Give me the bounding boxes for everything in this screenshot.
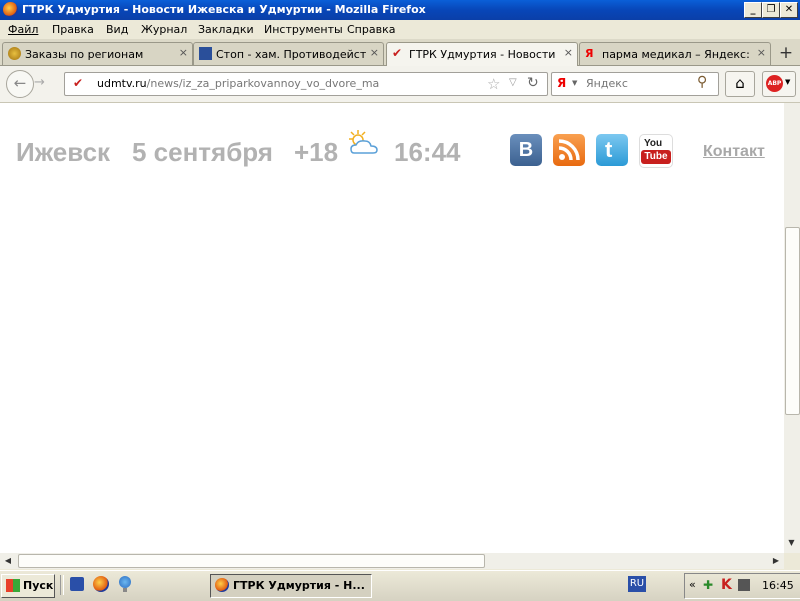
engine-dropdown-icon[interactable]: ▼ xyxy=(572,79,577,87)
start-label: Пуск xyxy=(23,579,54,592)
url-domain: udmtv.ru xyxy=(97,77,147,90)
twitter-icon[interactable]: t xyxy=(596,134,628,166)
yandex-icon: Я xyxy=(585,47,594,60)
contacts-link[interactable]: Контакт xyxy=(703,143,784,161)
current-time: 16:44 xyxy=(394,137,461,167)
new-tab-button[interactable]: + xyxy=(775,43,797,63)
tab-label: Заказы по регионам xyxy=(25,48,144,61)
adblock-dropdown-icon[interactable]: ▼ xyxy=(785,78,790,86)
windows-logo-icon xyxy=(6,579,20,592)
save-disk-icon[interactable] xyxy=(70,577,84,591)
scrollbar-corner xyxy=(784,553,800,569)
current-date: 5 сентября xyxy=(132,137,273,167)
yandex-engine-icon[interactable]: Я xyxy=(557,76,566,90)
navigation-bar: ← → ✔ udmtv.ru/news/iz_za_priparkovannoy… xyxy=(0,66,800,103)
window-titlebar[interactable]: ГТРК Удмуртия - Новости Ижевска и Удмурт… xyxy=(0,0,800,20)
temperature: +18 xyxy=(294,137,339,167)
close-button[interactable]: ✕ xyxy=(780,2,798,18)
taskbar: Пуск ГТРК Удмуртия - Н... RU « ✚ K 16:45 xyxy=(0,570,800,601)
search-input[interactable] xyxy=(586,76,690,90)
horizontal-scroll-thumb[interactable] xyxy=(18,554,485,568)
kaspersky-icon[interactable]: K xyxy=(721,577,732,593)
magnifier-icon[interactable]: ⚲ xyxy=(697,74,707,90)
home-button[interactable]: ⌂ xyxy=(725,71,755,97)
tray-expand-button[interactable]: « xyxy=(689,578,696,591)
scroll-down-arrow[interactable]: ▼ xyxy=(785,536,798,549)
url-path: /news/iz_za_priparkovannoy_vo_dvore_ma xyxy=(146,77,380,90)
emblem-icon xyxy=(8,47,21,60)
udmtv-icon: ✔ xyxy=(392,46,403,60)
tab-udmtv[interactable]: ✔ ГТРК Удмуртия - Новости И... × xyxy=(386,42,578,66)
menu-help[interactable]: Справка xyxy=(347,23,395,36)
weather-partly-cloudy-icon xyxy=(346,128,380,158)
adblock-icon: ABP xyxy=(766,75,783,92)
tab-strip: Заказы по регионам × Стоп - хам. Противо… xyxy=(0,39,800,66)
vertical-scroll-thumb[interactable] xyxy=(785,227,800,415)
quicklaunch-divider xyxy=(60,575,64,595)
window-title: ГТРК Удмуртия - Новости Ижевска и Удмурт… xyxy=(22,3,426,16)
tab-close-icon[interactable]: × xyxy=(179,46,188,59)
menu-file[interactable]: Файл xyxy=(8,23,38,36)
history-dropdown-icon[interactable]: ▽ xyxy=(509,77,517,88)
adblock-button[interactable]: ABP ▼ xyxy=(762,71,796,97)
tab-orders-by-region[interactable]: Заказы по регионам × xyxy=(2,42,193,65)
tab-label: парма медикал – Яндекс: н... xyxy=(602,48,752,61)
tab-label: ГТРК Удмуртия - Новости И... xyxy=(409,48,559,61)
language-indicator[interactable]: RU xyxy=(628,576,646,592)
system-tray: « ✚ K 16:45 xyxy=(684,573,800,599)
site-identity-icon: ✔ xyxy=(73,76,84,90)
minimize-button[interactable]: _ xyxy=(744,2,762,18)
firefox-icon xyxy=(3,2,18,17)
mail-icon xyxy=(199,47,212,60)
task-label: ГТРК Удмуртия - Н... xyxy=(233,579,365,592)
address-bar[interactable]: ✔ udmtv.ru/news/iz_za_priparkovannoy_vo_… xyxy=(64,72,548,96)
horizontal-scrollbar[interactable]: ◀ ▶ xyxy=(0,553,784,569)
vkontakte-icon[interactable]: В xyxy=(510,134,542,166)
page-content xyxy=(0,103,784,553)
menu-history[interactable]: Журнал xyxy=(141,23,187,36)
globe-icon[interactable] xyxy=(118,576,132,592)
network-tray-icon[interactable]: ✚ xyxy=(703,578,717,592)
scroll-right-arrow[interactable]: ▶ xyxy=(770,555,782,567)
search-bar[interactable]: Я ▼ ⚲ xyxy=(551,72,719,96)
menu-bar: Файл Правка Вид Журнал Закладки Инструме… xyxy=(0,20,800,39)
back-button[interactable]: ← xyxy=(6,70,34,98)
tab-close-icon[interactable]: × xyxy=(757,46,766,59)
forward-button[interactable]: → xyxy=(34,75,45,90)
menu-edit[interactable]: Правка xyxy=(52,23,94,36)
rss-icon[interactable] xyxy=(553,134,585,166)
tab-close-icon[interactable]: × xyxy=(564,46,573,59)
clock[interactable]: 16:45 xyxy=(762,579,794,592)
youtube-icon[interactable]: You Tube xyxy=(639,134,673,168)
start-button[interactable]: Пуск xyxy=(1,574,55,598)
firefox-quicklaunch-icon[interactable] xyxy=(93,576,109,592)
vertical-scrollbar[interactable]: ▼ xyxy=(784,103,800,553)
bookmark-star-icon[interactable]: ☆ xyxy=(487,75,500,93)
menu-view[interactable]: Вид xyxy=(106,23,128,36)
menu-tools[interactable]: Инструменты xyxy=(264,23,343,36)
page-header-info: Ижевск xyxy=(16,137,110,168)
reload-icon[interactable]: ↻ xyxy=(527,75,539,91)
tab-close-icon[interactable]: × xyxy=(370,46,379,59)
firefox-icon xyxy=(215,578,229,592)
scroll-left-arrow[interactable]: ◀ xyxy=(2,555,14,567)
tab-stop-ham[interactable]: Стоп - хам. Противодействи... × xyxy=(193,42,384,65)
menu-bookmarks[interactable]: Закладки xyxy=(198,23,254,36)
tab-label: Стоп - хам. Противодействи... xyxy=(216,48,366,61)
taskbar-task-firefox[interactable]: ГТРК Удмуртия - Н... xyxy=(210,574,372,598)
city-name: Ижевск xyxy=(16,137,111,167)
monitor-tray-icon[interactable] xyxy=(738,579,750,591)
maximize-button[interactable]: ❐ xyxy=(762,2,780,18)
tab-yandex-search[interactable]: Я парма медикал – Яндекс: н... × xyxy=(579,42,771,65)
